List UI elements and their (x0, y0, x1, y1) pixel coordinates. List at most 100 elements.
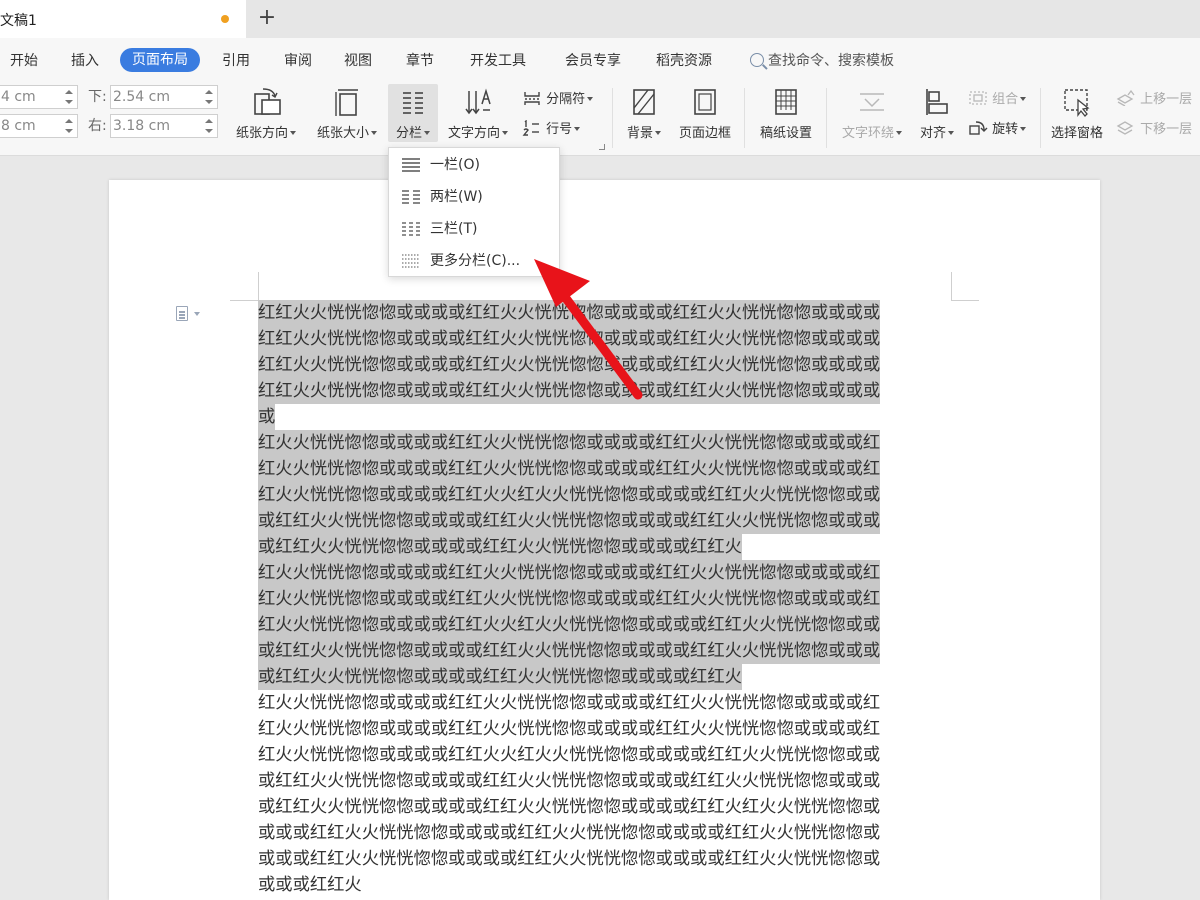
columns-button[interactable]: 分栏 (388, 84, 438, 142)
align-label: 对齐 (919, 126, 946, 141)
text-line[interactable]: 或红红火火恍恍惚惚或或或或红红火火恍恍惚惚或或或或红红火红火火恍恍惚惚或 (258, 794, 952, 820)
paragraph-layout-icon[interactable] (176, 306, 206, 322)
columns-three-option[interactable]: 三栏(T) (389, 214, 559, 244)
section-break-icon (524, 92, 540, 105)
menu-item-view[interactable]: 视图 (344, 50, 372, 72)
margin-right-label: 右: (88, 118, 107, 134)
spinner-icon[interactable] (65, 88, 73, 106)
menu-item-docer[interactable]: 稻壳资源 (656, 50, 712, 72)
caret-down-icon (424, 131, 430, 135)
text-line[interactable]: 红火火恍恍惚惚或或或或红红火火恍恍惚惚或或或或红红火火恍恍惚惚或或或或红 (258, 690, 952, 716)
text-line[interactable]: 红火火恍恍惚惚或或或或红红火火恍恍惚惚或或或或红红火火恍恍惚惚或或或或红 (258, 456, 952, 482)
text-line[interactable]: 或或或红红火火恍恍惚惚或或或或红红火火恍恍惚惚或或或或红红火火恍恍惚惚或 (258, 820, 952, 846)
background-icon (633, 89, 655, 115)
menu-item-review[interactable]: 审阅 (284, 50, 312, 72)
text-direction-icon (465, 88, 491, 115)
margin-left-value: 8 cm (1, 118, 36, 134)
caret-down-icon (371, 131, 377, 135)
text-line[interactable]: 或红红火火恍恍惚惚或或或或红红火火恍恍惚惚或或或或红红火 (258, 664, 952, 690)
text-line[interactable]: 红火火恍恍惚惚或或或或红红火火恍恍惚惚或或或或红红火火恍恍惚惚或或或或红 (258, 716, 952, 742)
paper-orientation-icon (254, 88, 281, 115)
text-line-content: 红火火恍恍惚惚或或或或红红火火恍恍惚惚或或或或红红火火恍恍惚惚或或或或红 (258, 430, 881, 456)
text-line-content: 或红红火火恍恍惚惚或或或或红红火火恍恍惚惚或或或或红红火火恍恍惚惚或或或 (258, 638, 881, 664)
toolbar: 4 cm 下: 2.54 cm 8 cm 右: 3.18 cm 纸张方向 纸张大… (0, 82, 1200, 156)
columns-one-option[interactable]: 一栏(O) (389, 150, 559, 180)
page-border-label: 页面边框 (678, 126, 731, 141)
command-search[interactable]: 查找命令、搜索模板 (750, 50, 894, 72)
text-line[interactable]: 或 (258, 404, 952, 430)
text-line[interactable]: 红火火恍恍惚惚或或或或红红火火恍恍惚惚或或或或红红火火恍恍惚惚或或或或红 (258, 430, 952, 456)
group-button[interactable]: 组合 (968, 89, 1027, 111)
menu-item-insert[interactable]: 插入 (71, 50, 99, 72)
margin-top-input[interactable]: 4 cm (0, 85, 78, 109)
menu-item-chapter[interactable]: 章节 (406, 50, 434, 72)
group-launcher-icon[interactable] (599, 144, 605, 150)
bring-forward-label: 上移一层 (1140, 92, 1193, 107)
text-line-content: 红火火恍恍惚惚或或或或红红火火恍恍惚惚或或或或红红火火恍恍惚惚或或或或红 (258, 586, 881, 612)
paper-size-icon (335, 89, 358, 116)
text-line-content: 红火火恍恍惚惚或或或或红红火火恍恍惚惚或或或或红红火火恍恍惚惚或或或或红 (258, 693, 881, 713)
bring-forward-icon (1116, 89, 1135, 107)
caret-down-icon (1020, 127, 1027, 131)
selection-pane-button[interactable]: 选择窗格 (1044, 86, 1110, 141)
spinner-icon[interactable] (205, 117, 213, 135)
paper-orientation-button[interactable]: 纸张方向 (228, 86, 304, 141)
red-arrow-annotation (534, 259, 643, 400)
menu-item-references[interactable]: 引用 (222, 50, 250, 72)
text-line-content: 或红红火火恍恍惚惚或或或或红红火火恍恍惚惚或或或或红红火红火火恍恍惚惚或 (258, 797, 881, 817)
toolbar-divider (744, 88, 745, 148)
columns-label: 分栏 (395, 126, 422, 141)
two-columns-icon (402, 190, 420, 204)
menu-bar: 开始 插入 页面布局 引用 审阅 视图 章节 开发工具 会员专享 稻壳资源 查找… (0, 38, 1200, 82)
text-line-content: 或红红火火恍恍惚惚或或或或红红火火恍恍惚惚或或或或红红火 (258, 534, 742, 560)
caret-down-icon (574, 127, 581, 131)
menu-item-developer[interactable]: 开发工具 (470, 50, 526, 72)
background-button[interactable]: 背景 (620, 86, 668, 141)
crop-mark (951, 300, 979, 301)
text-line[interactable]: 或红红火火恍恍惚惚或或或或红红火火恍恍惚惚或或或或红红火火恍恍惚惚或或或 (258, 508, 952, 534)
text-line[interactable]: 红火火恍恍惚惚或或或或红红火火红火火恍恍惚惚或或或或红红火火恍恍惚惚或或 (258, 482, 952, 508)
group-label: 组合 (992, 92, 1019, 107)
section-break-button[interactable]: 分隔符 (522, 89, 594, 111)
text-line[interactable]: 或红红火火恍恍惚惚或或或或红红火火恍恍惚惚或或或或红红火火恍恍惚惚或或或 (258, 768, 952, 794)
text-line[interactable]: 或或或红红火火恍恍惚惚或或或或红红火火恍恍惚惚或或或或红红火火恍恍惚惚或 (258, 846, 952, 872)
line-number-icon (522, 119, 539, 136)
text-line[interactable]: 红火火恍恍惚惚或或或或红红火火恍恍惚惚或或或或红红火火恍恍惚惚或或或或红 (258, 560, 952, 586)
text-line[interactable]: 红火火恍恍惚惚或或或或红红火火红火火恍恍惚惚或或或或红红火火恍恍惚惚或或 (258, 612, 952, 638)
manuscript-settings-button[interactable]: 稿纸设置 (752, 86, 820, 141)
new-tab-button[interactable]: + (256, 6, 278, 30)
line-number-button[interactable]: 行号 (522, 119, 581, 141)
text-line-content: 或或或红红火火恍恍惚惚或或或或红红火火恍恍惚惚或或或或红红火火恍恍惚惚或 (258, 823, 881, 843)
text-line[interactable]: 或或或红红火 (258, 872, 952, 898)
paper-size-label: 纸张大小 (316, 126, 369, 141)
margin-left-input[interactable]: 8 cm (0, 114, 78, 138)
menu-item-page-layout[interactable]: 页面布局 (120, 48, 200, 72)
selection-pane-icon (1064, 89, 1090, 117)
margin-right-input[interactable]: 3.18 cm (110, 114, 218, 138)
page-border-button[interactable]: 页面边框 (672, 86, 738, 141)
tab-bar: 文稿1 + (0, 0, 1200, 38)
align-button[interactable]: 对齐 (914, 86, 960, 141)
bring-forward-button[interactable]: 上移一层 (1116, 89, 1192, 111)
margin-bottom-input[interactable]: 2.54 cm (110, 85, 218, 109)
text-line[interactable]: 红火火恍恍惚惚或或或或红红火火恍恍惚惚或或或或红红火火恍恍惚惚或或或或红 (258, 586, 952, 612)
paper-size-button[interactable]: 纸张大小 (309, 86, 385, 141)
rotate-button[interactable]: 旋转 (968, 119, 1027, 141)
text-wrap-button[interactable]: 文字环绕 (834, 86, 910, 141)
menu-item-member[interactable]: 会员专享 (565, 50, 621, 72)
line-number-label: 行号 (546, 122, 573, 137)
text-line-content: 或红红火火恍恍惚惚或或或或红红火火恍恍惚惚或或或或红红火火恍恍惚惚或或或 (258, 508, 881, 534)
spinner-icon[interactable] (205, 88, 213, 106)
caret-down-icon (655, 131, 661, 135)
send-backward-button[interactable]: 下移一层 (1116, 119, 1192, 141)
text-line[interactable]: 或红红火火恍恍惚惚或或或或红红火火恍恍惚惚或或或或红红火火恍恍惚惚或或或 (258, 638, 952, 664)
text-line[interactable]: 或红红火火恍恍惚惚或或或或红红火火恍恍惚惚或或或或红红火 (258, 534, 952, 560)
document-tab[interactable]: 文稿1 (0, 0, 246, 38)
caret-down-icon (587, 97, 594, 101)
menu-item-start[interactable]: 开始 (10, 50, 38, 72)
rotate-label: 旋转 (992, 122, 1019, 137)
text-line[interactable]: 红火火恍恍惚惚或或或或红红火火红火火恍恍惚惚或或或或红红火火恍恍惚惚或或 (258, 742, 952, 768)
spinner-icon[interactable] (65, 117, 73, 135)
columns-two-option[interactable]: 两栏(W) (389, 182, 559, 212)
text-direction-button[interactable]: 文字方向 (442, 86, 514, 141)
